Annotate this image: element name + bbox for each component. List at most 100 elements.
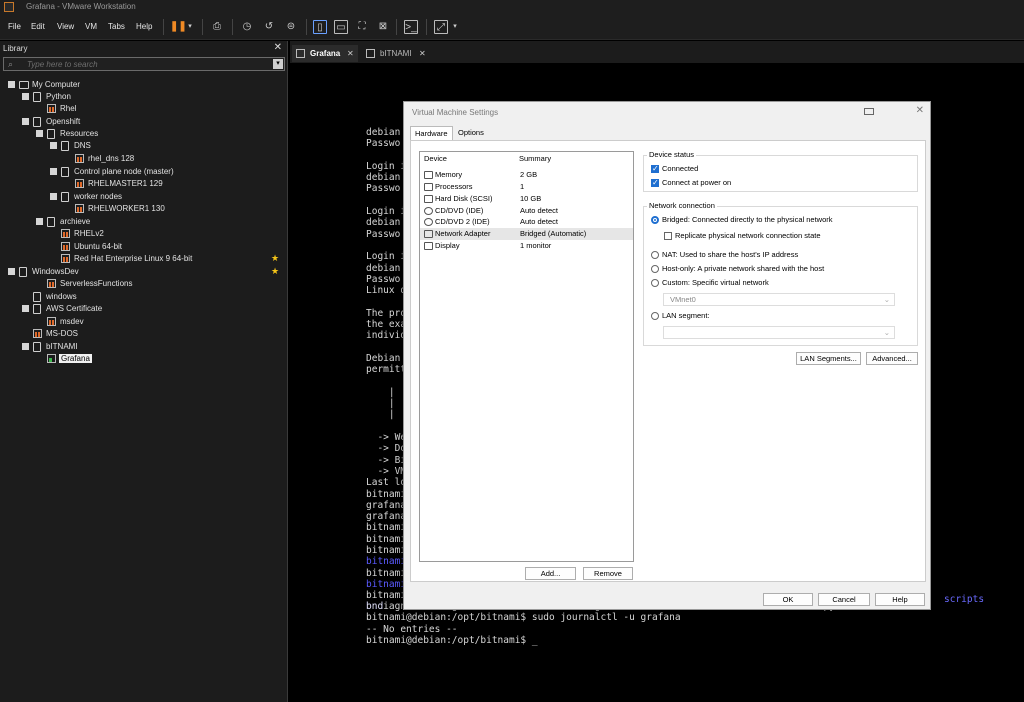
- device-list[interactable]: Device Summary Memory 2 GB Processors 1 Ha…: [419, 151, 634, 562]
- ok-button[interactable]: OK: [763, 593, 813, 606]
- device-summary: Bridged (Automatic): [520, 229, 587, 238]
- favorite-star-icon[interactable]: ★: [271, 266, 279, 277]
- terminal-line: debian: [366, 172, 401, 184]
- send-ctrl-alt-del-icon[interactable]: ⎙: [210, 20, 224, 34]
- checkbox-label: Connect at power on: [662, 178, 732, 187]
- terminal-line: Login i: [366, 206, 407, 218]
- library-search-input[interactable]: ⌕ Type here to search ▾: [3, 57, 285, 71]
- vmnet-select[interactable]: VMnet0 ⌄: [663, 293, 895, 306]
- terminal-line: bitnami: [366, 488, 407, 500]
- collapse-icon[interactable]: [50, 193, 57, 200]
- device-row-network-adapter[interactable]: Network Adapter Bridged (Automatic): [420, 228, 633, 240]
- device-summary: 1: [520, 182, 525, 191]
- lan-segment-select[interactable]: ⌄: [663, 326, 895, 339]
- collapse-icon[interactable]: [8, 81, 15, 88]
- help-button[interactable]: Help: [875, 593, 925, 606]
- network-connection-title: Network connection: [647, 201, 717, 210]
- snapshot-manager-icon[interactable]: ⊜: [284, 20, 298, 34]
- collapse-icon[interactable]: [50, 168, 57, 175]
- full-screen-icon[interactable]: ⛶: [355, 20, 369, 34]
- close-icon[interactable]: ✕: [419, 45, 426, 62]
- toolbar-separator: [396, 19, 397, 35]
- menu-edit[interactable]: Edit: [31, 22, 45, 31]
- stretch-guest-icon[interactable]: ⤢: [434, 20, 448, 34]
- vm-icon: [47, 104, 56, 113]
- tab-grafana[interactable]: Grafana ✕: [292, 45, 358, 62]
- tree-item-label: ServerlessFunctions: [60, 279, 133, 288]
- terminal-line: -- No entries --: [366, 623, 458, 635]
- cancel-button[interactable]: Cancel: [818, 593, 870, 606]
- collapse-icon[interactable]: [8, 268, 15, 275]
- toolbar-separator: [163, 19, 164, 35]
- collapse-icon[interactable]: [36, 130, 43, 137]
- collapse-icon[interactable]: [22, 118, 29, 125]
- tab-hardware[interactable]: Hardware: [410, 126, 453, 141]
- terminal-line: debian: [366, 262, 401, 274]
- tree-item-label: DNS: [74, 141, 91, 150]
- device-row-cd-dvd-2[interactable]: CD/DVD 2 (IDE) Auto detect: [420, 216, 633, 228]
- tree-item-label: Resources: [60, 129, 99, 138]
- folder-icon: [33, 304, 41, 314]
- remove-device-button[interactable]: Remove: [583, 567, 633, 580]
- folder-icon: [19, 267, 27, 277]
- running-vm-icon: [47, 354, 56, 363]
- terminal-line: grafana: [366, 499, 407, 511]
- device-row-hard-disk[interactable]: Hard Disk (SCSI) 10 GB: [420, 193, 633, 205]
- device-name: Hard Disk (SCSI): [435, 194, 493, 203]
- terminal-scripts-text: scripts: [944, 594, 985, 605]
- vm-icon: [75, 154, 84, 163]
- tree-item-label: worker nodes: [74, 192, 123, 201]
- terminal-line: the exa: [366, 319, 407, 331]
- device-row-memory[interactable]: Memory 2 GB: [420, 169, 633, 181]
- chevron-down-icon[interactable]: ▾: [186, 20, 194, 34]
- menu-tabs[interactable]: Tabs: [108, 22, 125, 31]
- pause-icon[interactable]: ❚❚: [170, 20, 187, 34]
- collapse-icon[interactable]: [22, 343, 29, 350]
- device-row-display[interactable]: Display 1 monitor: [420, 240, 633, 252]
- menu-file[interactable]: File: [8, 22, 21, 31]
- chevron-down-icon[interactable]: ▾: [273, 59, 283, 69]
- checkbox-checked-icon: [651, 178, 659, 188]
- thumbnail-bar-icon[interactable]: ▭: [334, 20, 348, 34]
- menu-vm[interactable]: VM: [85, 22, 97, 31]
- unity-icon[interactable]: ⊠: [376, 20, 390, 34]
- add-device-button[interactable]: Add...: [525, 567, 576, 580]
- window-icon[interactable]: [864, 108, 874, 115]
- menu-help[interactable]: Help: [136, 22, 152, 31]
- close-icon[interactable]: ✕: [347, 45, 354, 62]
- device-name: CD/DVD 2 (IDE): [435, 217, 490, 226]
- title-bar: Grafana - VMware Workstation: [0, 0, 1024, 14]
- chevron-down-icon[interactable]: ▾: [451, 20, 459, 34]
- vm-icon: [75, 179, 84, 188]
- close-icon[interactable]: ✕: [274, 42, 282, 53]
- lan-segments-button[interactable]: LAN Segments...: [796, 352, 861, 365]
- collapse-icon[interactable]: [50, 142, 57, 149]
- terminal-line: grafana: [366, 511, 407, 523]
- collapse-icon[interactable]: [36, 218, 43, 225]
- vm-icon: [75, 204, 84, 213]
- snapshot-icon[interactable]: ◷: [240, 20, 254, 34]
- terminal-line: The pro: [366, 307, 407, 319]
- tab-options[interactable]: Options: [454, 126, 488, 140]
- vm-icon: [366, 49, 375, 58]
- processor-icon: [424, 183, 433, 191]
- device-name: CD/DVD (IDE): [435, 206, 484, 215]
- advanced-button[interactable]: Advanced...: [866, 352, 918, 365]
- device-row-processors[interactable]: Processors 1: [420, 181, 633, 193]
- device-row-cd-dvd[interactable]: CD/DVD (IDE) Auto detect: [420, 205, 633, 217]
- collapse-icon[interactable]: [22, 93, 29, 100]
- tree-item-label: Rhel: [60, 104, 77, 113]
- radio-label: Custom: Specific virtual network: [662, 278, 769, 287]
- tab-bitnami[interactable]: bITNAMI ✕: [362, 45, 428, 62]
- network-adapter-icon: [424, 230, 433, 238]
- collapse-icon[interactable]: [22, 305, 29, 312]
- revert-snapshot-icon[interactable]: ↺: [262, 20, 276, 34]
- console-view-icon[interactable]: >_: [404, 20, 418, 34]
- terminal-line: Debian: [366, 352, 401, 364]
- close-icon[interactable]: ✕: [916, 105, 924, 116]
- show-library-icon[interactable]: ▯: [313, 20, 327, 34]
- menu-view[interactable]: View: [57, 22, 74, 31]
- favorite-star-icon[interactable]: ★: [271, 253, 279, 264]
